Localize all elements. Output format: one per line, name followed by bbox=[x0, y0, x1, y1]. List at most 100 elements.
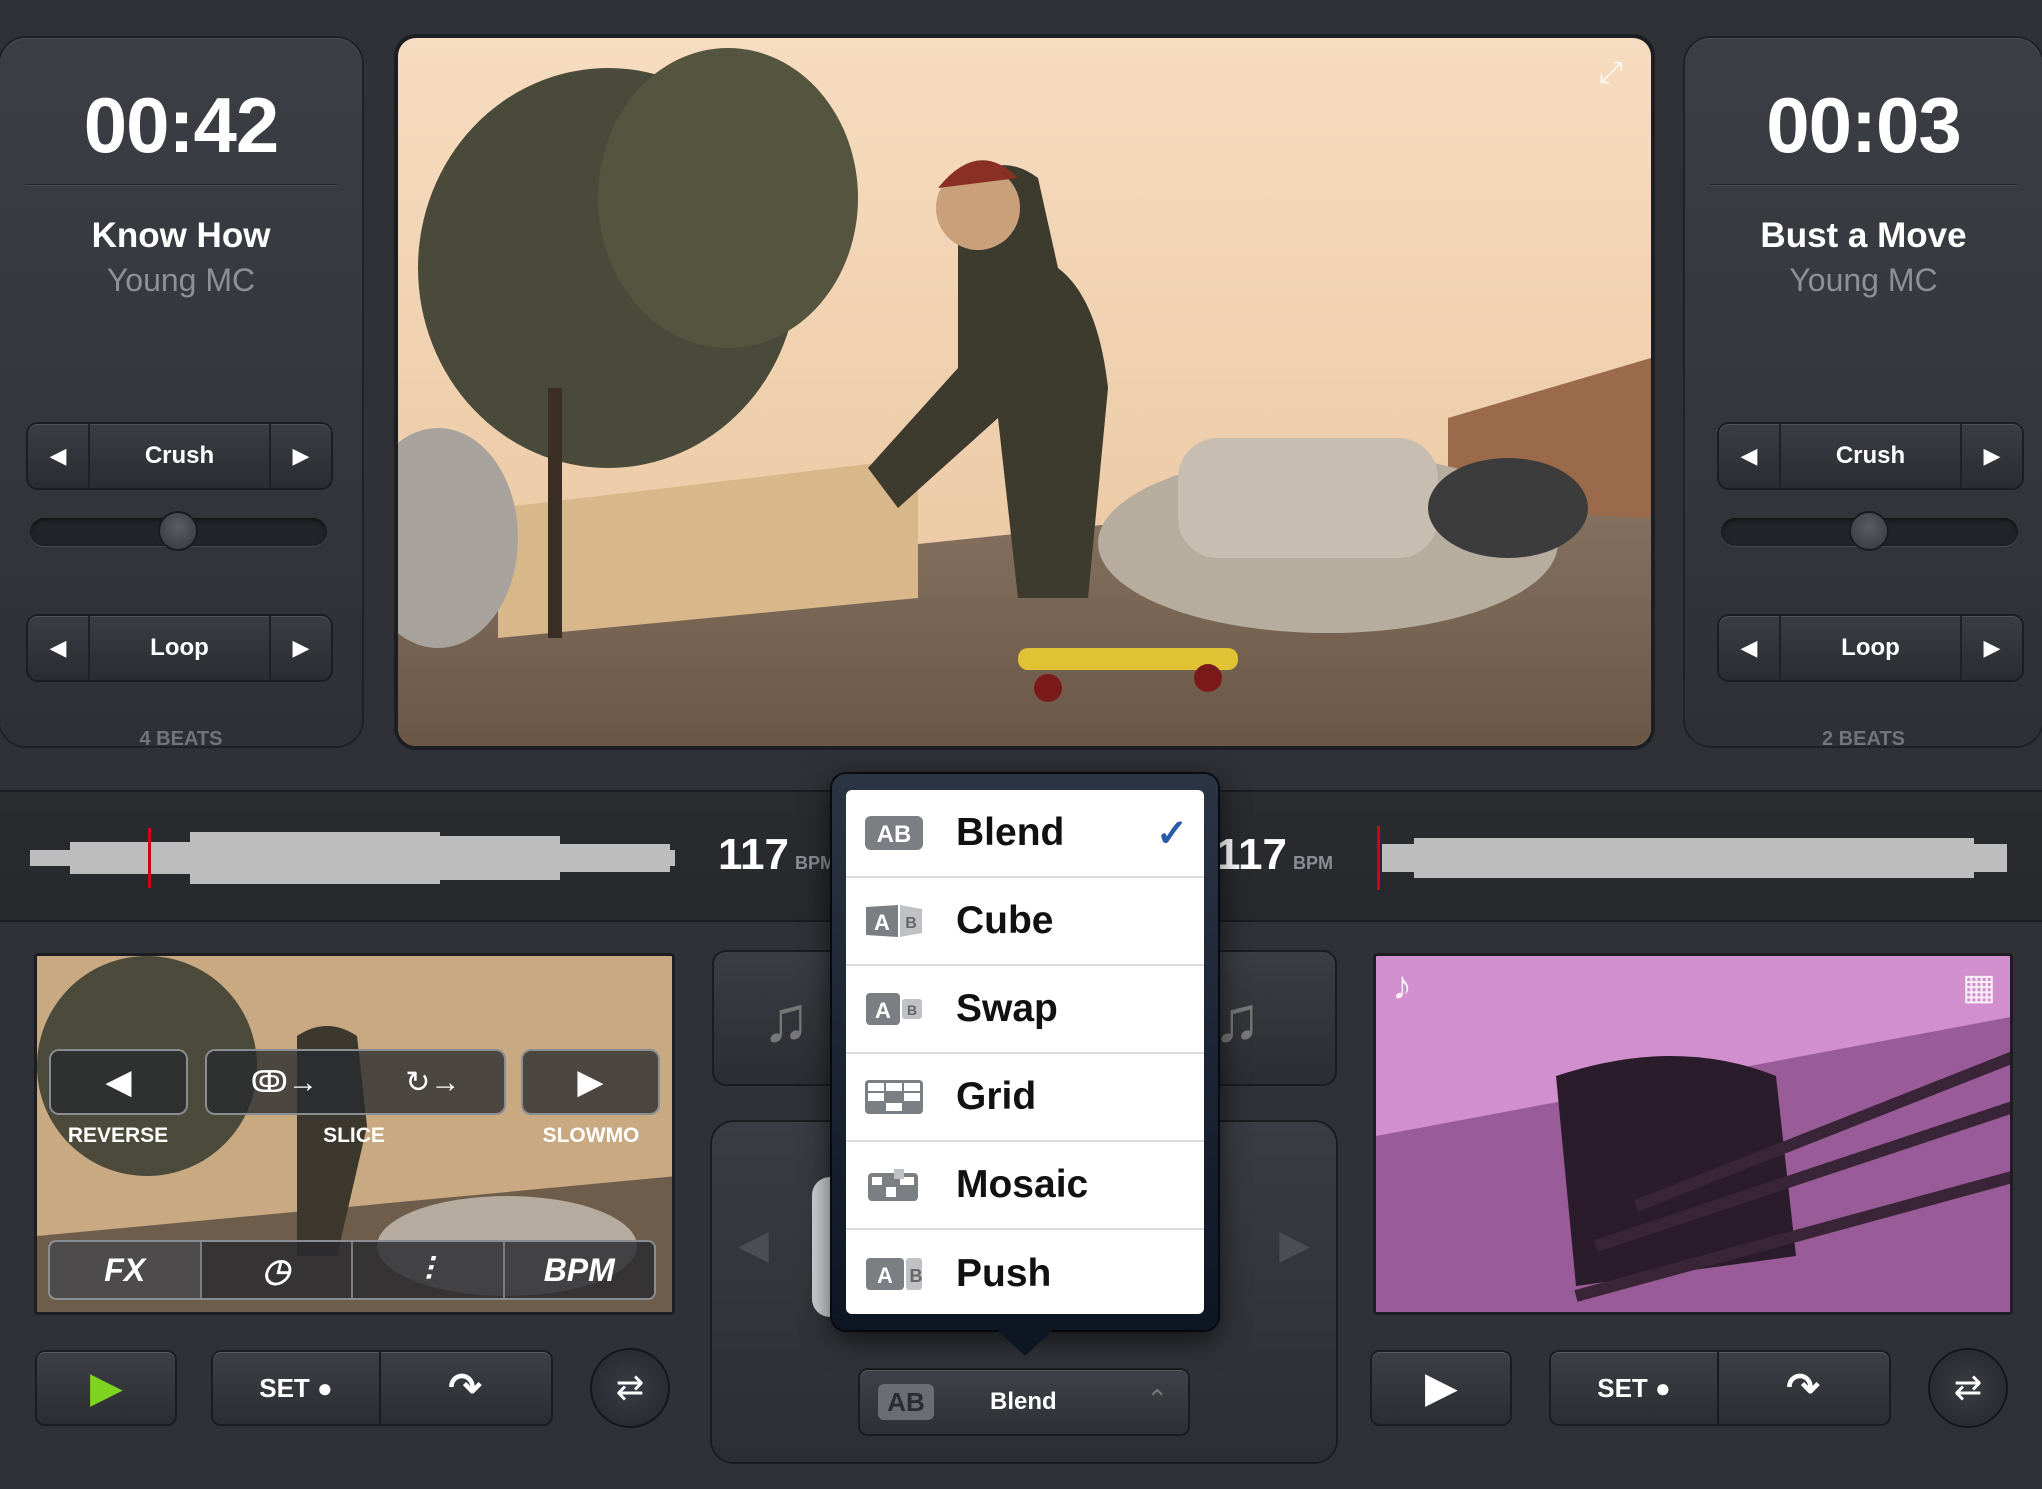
right-loop-prev-button[interactable]: ◀ bbox=[1719, 616, 1781, 680]
jump-cue-icon: ↷ bbox=[1786, 1366, 1820, 1410]
right-loop-selector-label: Loop bbox=[1841, 634, 1900, 661]
right-waveform[interactable] bbox=[1374, 826, 2014, 890]
sliders-icon: ⫶ bbox=[423, 1251, 432, 1287]
mosaic-icon bbox=[868, 1169, 918, 1201]
film-strip-icon: ▦ bbox=[1961, 966, 1996, 1007]
divider bbox=[25, 184, 337, 186]
left-loop-selector[interactable]: ◀ Loop ▶ bbox=[28, 616, 331, 680]
checkmark-icon: ✓ bbox=[1156, 812, 1188, 855]
svg-text:B: B bbox=[907, 1002, 917, 1018]
slowmo-button[interactable]: ▶ bbox=[523, 1051, 658, 1113]
transition-selector-label: Blend bbox=[990, 1388, 1057, 1415]
left-fx-prev-button[interactable]: ◀ bbox=[28, 424, 90, 488]
svg-text:B: B bbox=[905, 915, 917, 932]
expand-icon[interactable]: ⤢ bbox=[1599, 56, 1623, 90]
transition-item-mosaic[interactable]: Mosaic bbox=[846, 1142, 1204, 1230]
transition-item-blend[interactable]: AB Blend ✓ bbox=[846, 790, 1204, 878]
right-loop-next-button[interactable]: ▶ bbox=[1960, 616, 2022, 680]
ab-cube-icon: AB bbox=[866, 905, 922, 937]
transition-popover: AB Blend ✓ AB Cube AB Swap Grid Mosaic A… bbox=[832, 774, 1218, 1356]
right-sync-button[interactable]: ⇄ bbox=[1930, 1350, 2006, 1426]
left-sync-button[interactable]: ⇄ bbox=[592, 1350, 668, 1426]
play-icon: ▶ bbox=[1425, 1366, 1457, 1410]
transition-item-label: Mosaic bbox=[956, 1163, 1089, 1206]
left-play-button[interactable]: ▶ bbox=[37, 1352, 175, 1424]
right-bpm: 117 BPM bbox=[1216, 830, 1333, 879]
sync-icon: ⇄ bbox=[1953, 1369, 1983, 1407]
left-fx-slider[interactable] bbox=[30, 513, 327, 549]
transition-item-label: Swap bbox=[956, 987, 1058, 1030]
reverse-icon: ◀ bbox=[105, 1063, 132, 1101]
left-loop-next-button[interactable]: ▶ bbox=[269, 616, 331, 680]
left-performance-tabs[interactable]: FX ◷ ⫶ BPM bbox=[50, 1242, 654, 1298]
right-fx-selector[interactable]: ◀ Crush ▶ bbox=[1719, 424, 2022, 488]
right-deck-time: 00:03 bbox=[1766, 81, 1962, 169]
crossfader-right-arrow-icon[interactable]: ▶ bbox=[1279, 1222, 1310, 1268]
transition-item-label: Blend bbox=[956, 811, 1065, 854]
svg-text:B: B bbox=[910, 1266, 923, 1286]
play-icon: ▶ bbox=[90, 1366, 122, 1410]
slowmo-icon: ▶ bbox=[577, 1063, 604, 1101]
right-fx-slider-knob[interactable] bbox=[1851, 513, 1887, 549]
slice-button[interactable]: ↂ→ ↻→ bbox=[207, 1051, 504, 1113]
transition-item-grid[interactable]: Grid bbox=[846, 1054, 1204, 1142]
left-loop-selector-label: Loop bbox=[150, 634, 209, 661]
right-thumbnail-image bbox=[1376, 956, 2010, 1312]
clock-icon: ◷ bbox=[262, 1252, 291, 1288]
tab-mixer[interactable]: ⫶ bbox=[353, 1242, 505, 1298]
slowmo-label: SLOWMO bbox=[542, 1124, 640, 1147]
right-track-title: Bust a Move bbox=[1760, 216, 1967, 255]
svg-text:A: A bbox=[874, 910, 890, 935]
ab-blend-icon: AB bbox=[865, 816, 923, 850]
right-loop-length: 2 BEATS bbox=[1822, 728, 1905, 750]
divider bbox=[1710, 184, 2017, 186]
left-waveform[interactable] bbox=[30, 820, 675, 896]
transition-item-label: Grid bbox=[956, 1075, 1037, 1118]
transition-selector-button[interactable]: AB Blend ⌃ bbox=[860, 1370, 1188, 1434]
sync-icon: ⇄ bbox=[615, 1369, 645, 1407]
slice-return-icon: ↻→ bbox=[405, 1065, 461, 1099]
left-fx-selector[interactable]: ◀ Crush ▶ bbox=[28, 424, 331, 488]
music-note-icon: ♪ bbox=[1392, 964, 1412, 1008]
main-video-preview[interactable]: ⤢ bbox=[398, 38, 1651, 746]
video-frame-image bbox=[398, 38, 1651, 746]
right-jump-cue-button[interactable]: ↷ bbox=[1719, 1365, 1887, 1411]
left-fx-slider-knob[interactable] bbox=[160, 513, 196, 549]
reverse-label: REVERSE bbox=[67, 1124, 169, 1147]
film-music-icon: ♫ bbox=[1213, 983, 1261, 1055]
ab-push-icon: AB bbox=[866, 1258, 923, 1290]
left-fx-selector-label: Crush bbox=[144, 442, 215, 469]
left-loop-length: 4 BEATS bbox=[139, 728, 223, 750]
tab-time[interactable]: ◷ bbox=[202, 1242, 353, 1298]
left-fx-next-button[interactable]: ▶ bbox=[269, 424, 331, 488]
transition-item-cube[interactable]: AB Cube bbox=[846, 878, 1204, 966]
svg-text:A: A bbox=[877, 1263, 893, 1288]
left-cue-controls: SET ● ↷ bbox=[213, 1352, 551, 1424]
transition-item-label: Push bbox=[956, 1252, 1052, 1295]
transition-item-push[interactable]: AB Push bbox=[846, 1230, 1204, 1314]
slice-loop-icon: ↂ→ bbox=[250, 1065, 318, 1099]
right-fx-slider[interactable] bbox=[1721, 513, 2018, 549]
chevron-up-icon: ⌃ bbox=[1146, 1384, 1168, 1414]
reverse-button[interactable]: ◀ bbox=[51, 1051, 186, 1113]
right-loop-selector[interactable]: ◀ Loop ▶ bbox=[1719, 616, 2022, 680]
right-track-artist: Young MC bbox=[1789, 262, 1938, 298]
right-playhead[interactable] bbox=[1377, 826, 1380, 890]
right-play-button[interactable]: ▶ bbox=[1372, 1352, 1510, 1424]
left-playhead[interactable] bbox=[148, 828, 151, 888]
tab-fx[interactable]: FX bbox=[50, 1242, 202, 1298]
crossfader-left-arrow-icon[interactable]: ◀ bbox=[738, 1222, 769, 1268]
left-bpm: 117 BPM bbox=[718, 830, 835, 879]
right-fx-next-button[interactable]: ▶ bbox=[1960, 424, 2022, 488]
transition-item-swap[interactable]: AB Swap bbox=[846, 966, 1204, 1054]
left-jump-cue-button[interactable]: ↷ bbox=[381, 1365, 549, 1411]
right-fx-prev-button[interactable]: ◀ bbox=[1719, 424, 1781, 488]
grid-icon bbox=[865, 1080, 923, 1114]
left-set-cue-button[interactable]: SET ● bbox=[213, 1352, 381, 1424]
tab-bpm[interactable]: BPM bbox=[505, 1242, 655, 1298]
left-loop-prev-button[interactable]: ◀ bbox=[28, 616, 90, 680]
jump-cue-icon: ↷ bbox=[448, 1366, 482, 1410]
right-deck-video-thumbnail[interactable]: ♪ ▦ bbox=[1373, 953, 2013, 1315]
right-set-cue-button[interactable]: SET ● bbox=[1551, 1352, 1719, 1424]
transition-list: AB Blend ✓ AB Cube AB Swap Grid Mosaic A… bbox=[846, 790, 1204, 1314]
